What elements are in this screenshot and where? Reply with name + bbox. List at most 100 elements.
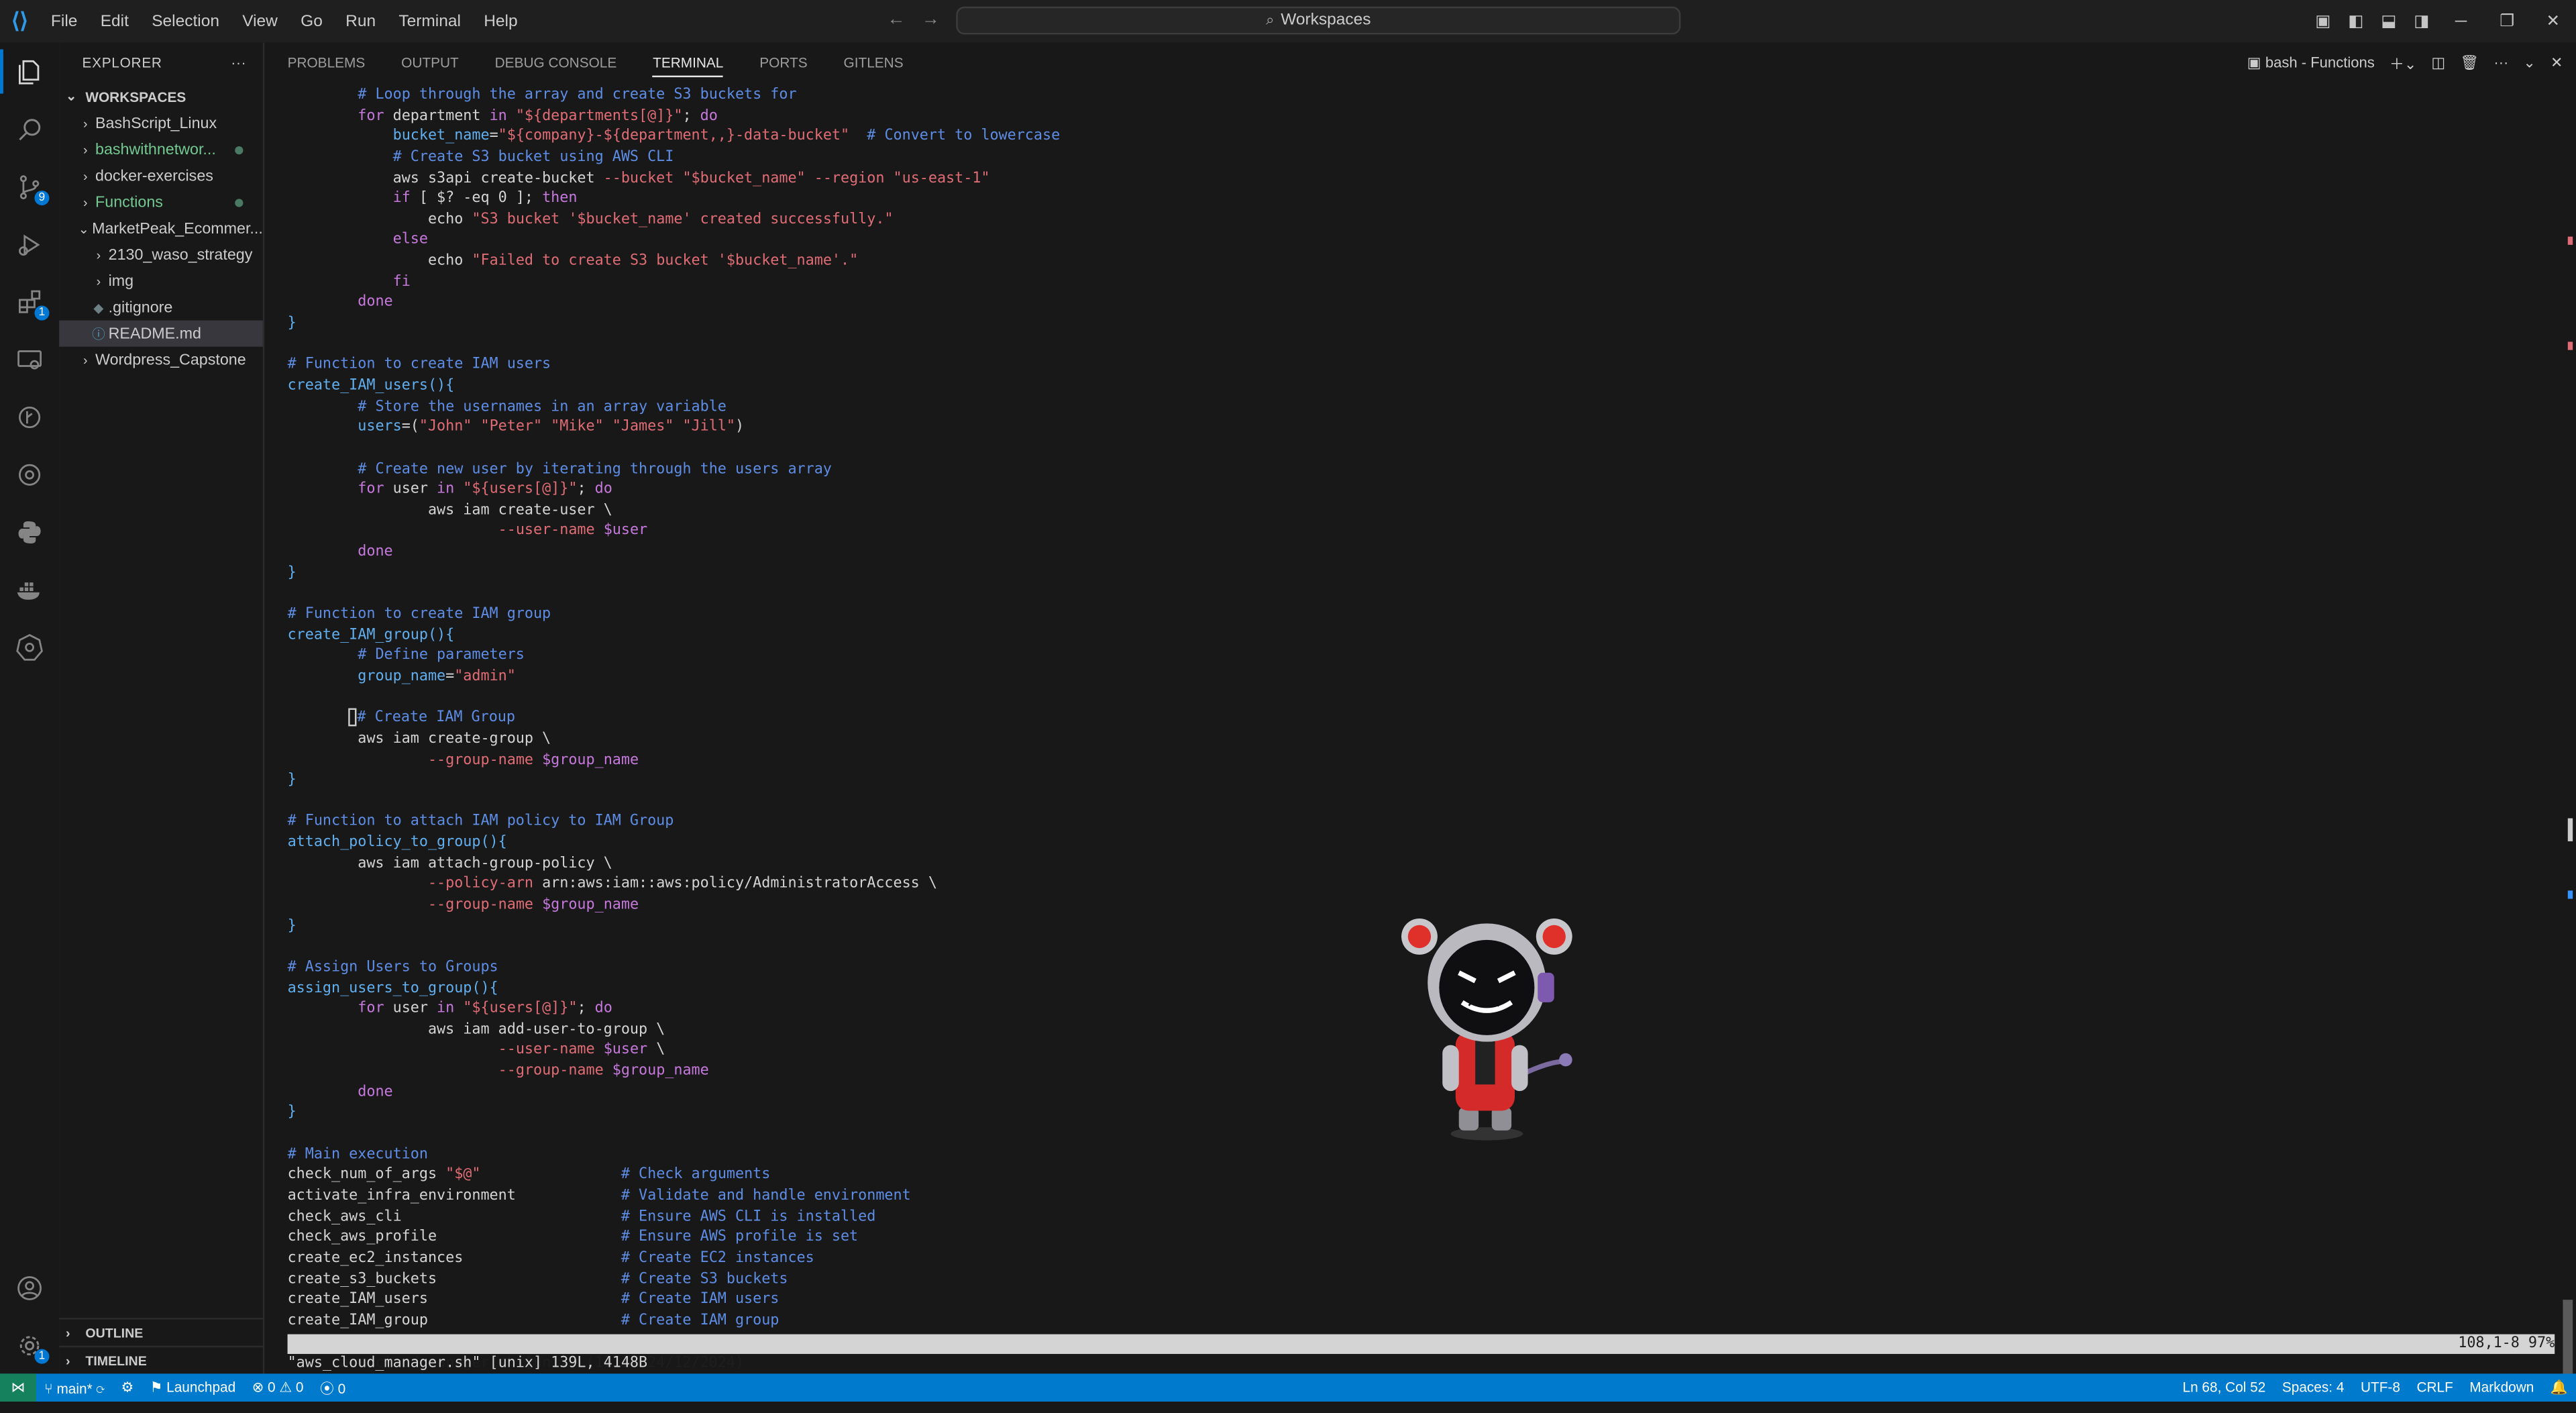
- toggle-secondary-sidebar-icon[interactable]: ◨: [2405, 12, 2438, 30]
- tab-ports[interactable]: PORTS: [737, 43, 820, 83]
- search-label: Workspaces: [1281, 11, 1371, 30]
- run-debug-icon[interactable]: [0, 215, 59, 273]
- terminal-content[interactable]: # Loop through the array and create S3 b…: [288, 85, 2555, 1331]
- scroll-thumb[interactable]: [2563, 1300, 2573, 1382]
- menu-edit[interactable]: Edit: [89, 12, 140, 30]
- tree-item-img[interactable]: › img: [59, 268, 263, 294]
- toggle-panel-icon[interactable]: ⬓: [2372, 12, 2405, 30]
- problems-indicator[interactable]: ⊗ 0 ⚠ 0: [244, 1379, 311, 1397]
- tree-item-wordpress-capstone[interactable]: › Wordpress_Capstone: [59, 347, 263, 373]
- terminal-line: activate_infra_environment # Validate an…: [287, 1188, 911, 1205]
- terminal-line: create_ec2_instances # Create EC2 instan…: [287, 1250, 814, 1267]
- terminal-line: # Loop through the array and create S3 b…: [358, 87, 797, 104]
- close-panel-icon[interactable]: ✕: [2551, 54, 2563, 72]
- terminal-panel: PROBLEMS OUTPUT DEBUG CONSOLE TERMINAL P…: [264, 42, 2576, 1382]
- forward-arrow-icon[interactable]: →: [922, 10, 940, 30]
- branch-icon: ⑂: [44, 1379, 53, 1396]
- timeline-section-header[interactable]: › TIMELINE: [59, 1345, 263, 1374]
- menu-view[interactable]: View: [231, 12, 289, 30]
- tree-item-readme[interactable]: ⓘ README.md: [59, 320, 263, 347]
- new-terminal-icon[interactable]: ＋⌄: [2390, 52, 2417, 73]
- terminal-line: # Store the usernames in an array variab…: [358, 399, 727, 415]
- tab-terminal[interactable]: TERMINAL: [630, 43, 737, 83]
- kubernetes-icon[interactable]: [0, 618, 59, 676]
- kill-terminal-icon[interactable]: 🗑: [2460, 54, 2479, 72]
- source-control-icon[interactable]: 9: [0, 158, 59, 215]
- split-terminal-icon[interactable]: ◫: [2431, 54, 2445, 72]
- tree-item-gitignore[interactable]: ◆ .gitignore: [59, 294, 263, 320]
- outline-section-header[interactable]: › OUTLINE: [59, 1318, 263, 1346]
- remote-explorer-icon[interactable]: [0, 330, 59, 388]
- workspaces-section-header[interactable]: ⌄ WORKSPACES: [59, 82, 263, 110]
- terminal-line: aws iam attach-group-policy \: [287, 855, 612, 872]
- vim-cursor-position: 108,1-8 97%: [2458, 1336, 2555, 1353]
- chevron-down-icon: ⌄: [65, 89, 77, 104]
- more-actions-icon[interactable]: ···: [2493, 54, 2508, 70]
- menu-run[interactable]: Run: [334, 12, 387, 30]
- settings-gear-icon[interactable]: 1: [0, 1316, 59, 1374]
- menu-help[interactable]: Help: [472, 12, 529, 30]
- close-window-button[interactable]: ✕: [2530, 12, 2576, 30]
- launchpad-button[interactable]: ⚑ Launchpad: [142, 1379, 244, 1397]
- extensions-icon[interactable]: 1: [0, 273, 59, 331]
- git-graph-icon[interactable]: ⚙: [113, 1379, 142, 1397]
- panel-tabs: PROBLEMS OUTPUT DEBUG CONSOLE TERMINAL P…: [264, 43, 2576, 83]
- indentation[interactable]: Spaces: 4: [2274, 1379, 2353, 1397]
- tree-item-bashscript-linux[interactable]: › BashScript_Linux: [59, 110, 263, 136]
- git-branch[interactable]: ⑂ main* ⟳: [36, 1379, 113, 1396]
- explorer-sidebar: EXPLORER ··· ⌄ WORKSPACES › BashScript_L…: [59, 42, 265, 1374]
- remote-indicator[interactable]: ⋈: [0, 1373, 36, 1402]
- tree-item-docker-exercises[interactable]: › docker-exercises: [59, 162, 263, 189]
- back-arrow-icon[interactable]: ←: [887, 10, 905, 30]
- terminal-line: --group-name $group_name: [427, 751, 639, 768]
- customize-layout-icon[interactable]: ▣: [2306, 12, 2339, 30]
- modified-dot: [235, 198, 244, 207]
- menu-terminal[interactable]: Terminal: [387, 12, 472, 30]
- terminal-line: check_aws_cli # Ensure AWS CLI is instal…: [287, 1208, 876, 1225]
- language-mode[interactable]: Markdown: [2461, 1379, 2542, 1397]
- restore-button[interactable]: ❐: [2484, 12, 2530, 30]
- tab-debug-console[interactable]: DEBUG CONSOLE: [472, 43, 629, 83]
- terminal-line: create_IAM_group # Create IAM group: [287, 1312, 780, 1329]
- terminal-selector[interactable]: ▣ bash - Functions: [2247, 54, 2375, 72]
- terminal-scrollbar[interactable]: [2560, 92, 2573, 1382]
- cursor-position[interactable]: Ln 68, Col 52: [2174, 1379, 2273, 1397]
- tab-gitlens[interactable]: GITLENS: [820, 43, 916, 83]
- gitlens-inspect-icon[interactable]: [0, 446, 59, 503]
- terminal-icon: ▣: [2247, 53, 2261, 70]
- terminal-line: }: [287, 772, 297, 789]
- end-of-line[interactable]: CRLF: [2408, 1379, 2461, 1397]
- terminal-line: # Function to attach IAM policy to IAM G…: [287, 814, 674, 831]
- toggle-sidebar-icon[interactable]: ◧: [2339, 12, 2372, 30]
- search-view-icon[interactable]: [0, 100, 59, 158]
- chevron-right-icon: ›: [83, 195, 88, 210]
- gitlens-icon[interactable]: [0, 388, 59, 446]
- tab-problems[interactable]: PROBLEMS: [264, 43, 378, 83]
- terminal-line: # Create IAM Group: [288, 709, 2555, 729]
- tree-item-marketpeak[interactable]: ⌄ MarketPeak_Ecommer...: [59, 215, 263, 242]
- encoding[interactable]: UTF-8: [2353, 1379, 2408, 1397]
- tree-item-bashwithnetworking[interactable]: › bashwithnetwor...: [59, 136, 263, 162]
- chevron-down-icon[interactable]: ⌄: [2523, 54, 2535, 72]
- chevron-right-icon: ›: [83, 352, 88, 368]
- command-center-search[interactable]: ⌕ Workspaces: [956, 6, 1681, 35]
- menu-file[interactable]: File: [40, 12, 89, 30]
- tab-output[interactable]: OUTPUT: [378, 43, 472, 83]
- ports-indicator[interactable]: ⦿ 0: [312, 1377, 354, 1397]
- explorer-icon[interactable]: [0, 43, 59, 101]
- account-icon[interactable]: [0, 1259, 59, 1316]
- more-actions-icon[interactable]: ···: [231, 54, 246, 70]
- tree-item-waso-strategy[interactable]: › 2130_waso_strategy: [59, 242, 263, 268]
- python-icon[interactable]: [0, 503, 59, 560]
- notifications-bell-icon[interactable]: 🔔: [2542, 1379, 2576, 1397]
- menu-go[interactable]: Go: [289, 12, 334, 30]
- minimize-button[interactable]: ─: [2438, 12, 2484, 30]
- gitignore-file-icon: ◆: [93, 299, 104, 315]
- docker-icon[interactable]: [0, 560, 59, 618]
- tree-item-functions[interactable]: › Functions: [59, 189, 263, 215]
- terminal-line: echo "S3 bucket '$bucket_name' created s…: [287, 211, 894, 229]
- chevron-right-icon: ›: [96, 247, 101, 262]
- terminal-line: check_aws_profile # Ensure AWS profile i…: [287, 1229, 859, 1246]
- menu-selection[interactable]: Selection: [140, 12, 231, 30]
